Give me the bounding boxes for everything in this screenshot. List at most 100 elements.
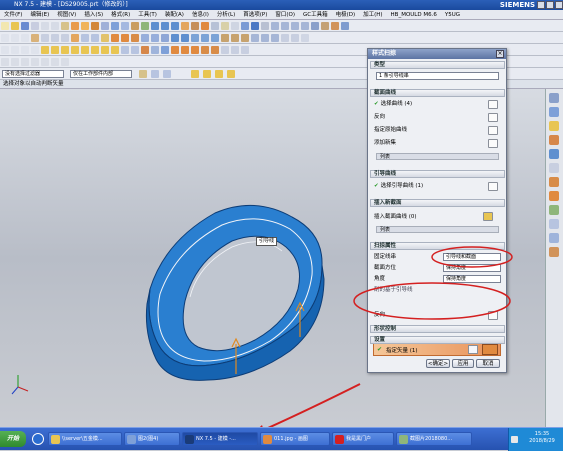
fixed-line-dropdown[interactable]: 引导线和截面 [443,253,501,261]
mirror-icon[interactable] [251,34,259,42]
intersect-icon[interactable] [171,22,179,30]
menu-analysis[interactable]: 分析(L) [213,10,239,20]
snap-toggle-icon[interactable] [191,70,199,78]
blend-icon[interactable] [111,22,119,30]
new-icon[interactable] [1,22,9,30]
edge-icon[interactable] [11,46,19,54]
split-icon[interactable] [231,34,239,42]
snap-center-icon[interactable] [61,46,69,54]
bounded-plane-icon[interactable] [141,34,149,42]
open-icon[interactable] [11,22,19,30]
dynamic-wcs-icon[interactable] [41,58,49,66]
macro-record-icon[interactable] [51,58,59,66]
edit-param-icon[interactable] [281,34,289,42]
through-curves-icon[interactable] [111,34,119,42]
reflection-icon[interactable] [181,46,189,54]
cut-icon[interactable] [41,22,49,30]
render-icon[interactable] [241,22,249,30]
electrode-icon[interactable] [341,22,349,30]
section-type[interactable]: 类型 [370,61,505,69]
select-icon[interactable] [1,46,9,54]
measure-distance-icon[interactable] [221,46,229,54]
menu-preferences[interactable]: 首选项(P) [239,10,271,20]
volume-icon[interactable] [511,436,518,443]
section-orient-dropdown[interactable]: 保持角度 [443,264,501,272]
spline-icon[interactable] [31,34,39,42]
color-icon[interactable] [141,46,149,54]
rotate-icon[interactable] [291,22,299,30]
zoom-icon[interactable] [281,22,289,30]
system-materials-icon[interactable] [549,177,559,187]
suppress-icon[interactable] [291,34,299,42]
section-insert-section[interactable]: 插入新截面 [370,199,505,207]
snap-point-on-curve-icon[interactable] [91,46,99,54]
task-server-folder[interactable]: \\server\五金模... [48,432,122,446]
type-dropdown[interactable]: 1 条引导线串 [376,72,499,80]
revolve-icon[interactable] [91,22,99,30]
thicken-icon[interactable] [171,34,179,42]
move-face-icon[interactable] [211,34,219,42]
hole-icon[interactable] [101,22,109,30]
delete-face-icon[interactable] [201,34,209,42]
view-orient-icon[interactable] [311,22,319,30]
bridge-curve-icon[interactable] [71,34,79,42]
cancel-button[interactable]: 取消 [476,359,500,368]
trim-icon[interactable] [141,22,149,30]
section-view-icon[interactable] [321,22,329,30]
chamfer-icon[interactable] [121,22,129,30]
close-button[interactable] [555,1,563,9]
reverse-icon[interactable] [488,113,498,122]
menu-window[interactable]: 窗口(O) [271,10,299,20]
snap-existing-point-icon[interactable] [101,46,109,54]
vector-dialog-icon[interactable] [468,345,478,354]
task-paint[interactable]: 011.jpg - 画图 [260,432,330,446]
dialog-close-button[interactable]: × [496,50,504,58]
shell-icon[interactable] [131,22,139,30]
translucency-icon[interactable] [151,46,159,54]
measure-angle-icon[interactable] [231,46,239,54]
visual-report-icon[interactable] [549,247,559,257]
aligned-option[interactable]: 刮的基于引导线 [374,286,413,294]
palettes-icon[interactable] [549,219,559,229]
curve-rule-icon[interactable] [163,70,171,78]
task-screenshot[interactable]: 截图片2018080... [396,432,472,446]
endpoint-snap-icon[interactable] [203,70,211,78]
surface-icon[interactable] [181,22,189,30]
web-browser-icon[interactable] [549,149,559,159]
hide-icon[interactable] [121,46,129,54]
fit-icon[interactable] [271,22,279,30]
roles-icon[interactable] [549,205,559,215]
patch-icon[interactable] [241,34,249,42]
unite-icon[interactable] [151,22,159,30]
draft-analysis-icon[interactable] [201,46,209,54]
body-icon[interactable] [31,46,39,54]
type-filter-dropdown[interactable]: 没有选择过滤器 [2,70,64,78]
system-scenes-icon[interactable] [549,233,559,243]
task-nx[interactable]: NX 7.5 - 建模 -... [182,432,258,446]
clock[interactable]: 15:35 2018/8/29 [521,431,563,445]
sweep-icon[interactable] [201,22,209,30]
reverse2-icon[interactable] [488,311,498,320]
project-curve-icon[interactable] [41,34,49,42]
section-list[interactable]: 列表 [376,153,499,160]
orient-wcs-icon[interactable] [31,58,39,66]
select-all-icon[interactable] [151,70,159,78]
subtract-icon[interactable] [161,22,169,30]
menu-y5ug[interactable]: Y5UG [441,10,464,20]
menu-file[interactable]: 文件(F) [0,10,26,20]
snap-quadrant-icon[interactable] [71,46,79,54]
show-icon[interactable] [131,46,139,54]
through-mesh-icon[interactable] [121,34,129,42]
show-wcs-icon[interactable] [21,58,29,66]
menu-info[interactable]: 信息(I) [188,10,213,20]
offset-curve-icon[interactable] [61,34,69,42]
midpoint-snap-icon[interactable] [215,70,223,78]
menu-edit[interactable]: 编辑(E) [26,10,53,20]
deviation-icon[interactable] [191,46,199,54]
start-button[interactable]: 开始 [0,431,26,447]
draft-icon[interactable] [221,34,229,42]
wireframe-icon[interactable] [261,22,269,30]
section-guide-curves[interactable]: 引导曲线 [370,170,505,178]
menu-hb-mould[interactable]: HB_MOULD M6.6 [387,10,441,20]
face-icon[interactable] [21,46,29,54]
